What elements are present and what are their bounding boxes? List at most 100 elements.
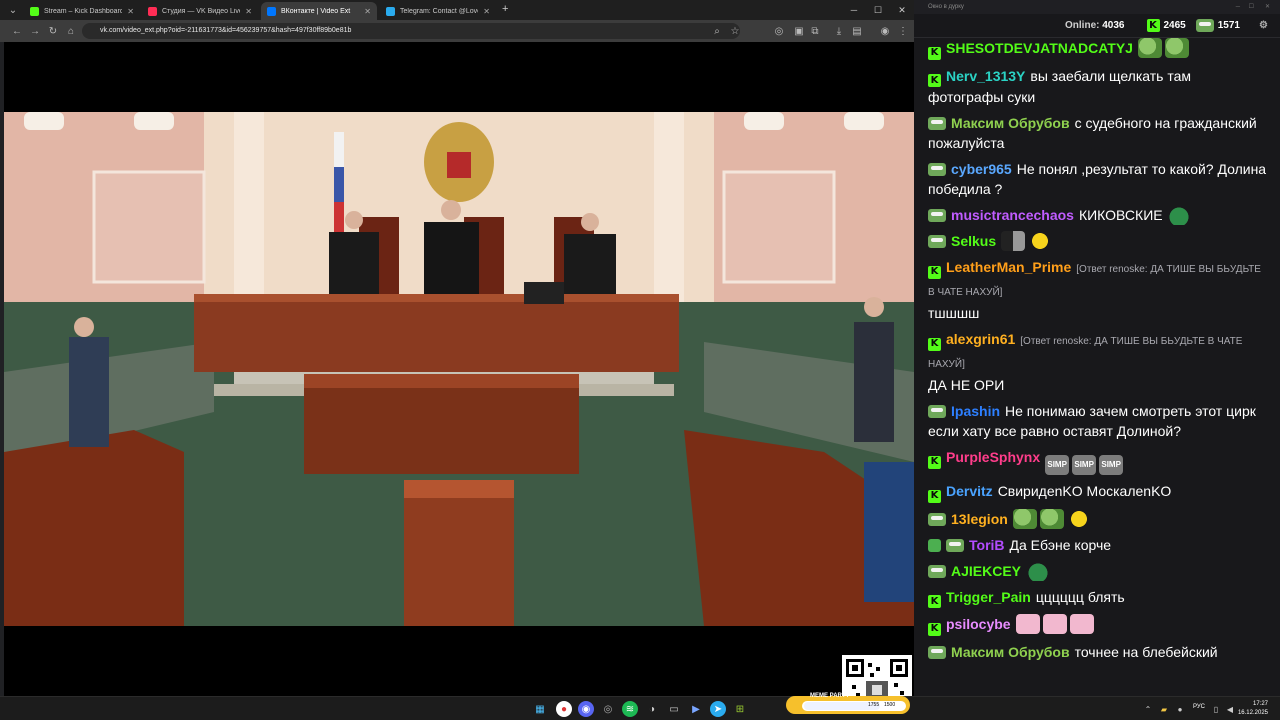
chat-username[interactable]: Максим Обрубов [951,115,1070,131]
vk-pepe-badge-icon [928,235,946,248]
tab-search-icon[interactable]: ⌄ [4,1,22,19]
zoom-icon[interactable]: ⌕ [708,22,726,40]
chat-message: cyber965 Не понял ,результат то какой? До… [928,159,1268,199]
kick-badge-icon: K [928,74,941,87]
input-language[interactable]: РУС [1193,704,1205,710]
dark-emote-icon [1001,231,1026,251]
download-icon[interactable]: ⤓ [830,22,848,40]
start-icon[interactable]: ▦ [532,701,548,717]
obs-icon[interactable]: ◑ [644,701,660,717]
home-icon[interactable]: ⌂ [62,22,80,40]
chat-username[interactable]: Максим Обрубов [951,644,1070,660]
vk-pepe-badge-icon [928,645,946,659]
chat-message: K Dervitz СвиридenKO МоскалenKO [928,481,1268,503]
chat-message: Максим Обрубов точнее на блебейский [928,642,1268,662]
chat-username[interactable]: LeatherMan_Prime [946,259,1071,275]
bookmark-star-icon[interactable]: ☆ [726,22,744,40]
chat-window-title-text: Окно в дурку [928,4,964,10]
close-window-icon[interactable]: ✕ [890,0,914,20]
volume-icon[interactable]: ◀ [1222,701,1238,717]
vk-pepe-badge-icon [928,163,946,176]
chat-username[interactable]: Nerv_1313Y [946,68,1025,84]
chat-username[interactable]: Dervitz [946,483,993,499]
simp-emote-icon: SIMP [1099,455,1124,475]
video-player[interactable] [4,42,914,696]
browser-tab[interactable]: Студия — VK Видео Live ✕ [142,2,258,20]
browser-tab[interactable]: Stream – Kick Dashboard ✕ [24,2,140,20]
chat-message-text: точнее на блебейский [1074,643,1218,660]
url-field[interactable]: vk.com/video_ext.php?oid=-211631773&id=4… [82,23,740,39]
meme-right-count: 1500 [884,702,896,708]
chrome-icon[interactable]: ● [556,701,572,717]
profile-icon[interactable]: ◉ [876,22,894,40]
moderator-shield-icon [928,538,941,552]
chat-username[interactable]: 13legion [951,511,1008,527]
app-icon[interactable]: ▭ [666,701,682,717]
maximize-icon[interactable]: ☐ [866,0,890,20]
media-player-icon[interactable]: ▶ [688,701,704,717]
spotify-icon[interactable]: ≋ [622,701,638,717]
kick-badge-icon: K [928,455,941,469]
chat-username[interactable]: AJIEKCEY [951,563,1021,579]
discord-icon[interactable]: ◉ [578,701,594,717]
browser-tab[interactable]: ВКонтакте | Video Ext ✕ [261,2,377,20]
chat-message: Максим Обрубов с судебного на гражданский… [928,113,1268,153]
kick-badge-icon: K [928,265,941,279]
chat-username[interactable]: alexgrin61 [946,331,1015,347]
clock-time: 17:27 [1252,701,1268,707]
browser-window: ⌄ Stream – Kick Dashboard ✕ Студия — VK Ви… [0,0,914,696]
chat-maximize-icon[interactable]: ☐ [1249,0,1254,14]
chat-username[interactable]: Selkus [951,233,996,249]
reload-icon[interactable]: ↻ [44,22,62,40]
tab-close-icon[interactable]: ✕ [483,7,490,16]
telegram-icon[interactable]: ➤ [710,701,726,717]
tab-close-icon[interactable]: ✕ [364,7,371,16]
steam-icon[interactable]: ◎ [600,701,616,717]
chat-minimize-icon[interactable]: ─ [1236,0,1240,14]
chat-username[interactable]: Trigger_Pain [946,589,1031,605]
chat-close-icon[interactable]: ✕ [1265,0,1270,14]
tab-close-icon[interactable]: ✕ [127,7,134,16]
chat-username[interactable]: cyber965 [951,161,1012,177]
address-bar-row: ← → ↻ ⌂ vk.com/video_ext.php?oid=-211631… [0,20,914,42]
menu-dots-icon[interactable]: ⋮ [894,22,912,40]
tab-close-icon[interactable]: ✕ [245,7,252,16]
meme-left-count: 1755 [868,702,880,708]
tray-chevron-icon[interactable]: ⌃ [1140,701,1156,717]
frog-emote-icon [1039,508,1064,529]
meme-party-label: MEME PARTY [810,693,850,699]
vk-pepe-badge-icon [946,538,964,552]
chat-message: musictrancechaos КИКОВСКИЕ [928,205,1268,225]
new-tab-button[interactable]: + [502,3,508,15]
chat-username[interactable]: musictrancechaos [951,207,1074,223]
chat-username[interactable]: PurpleSphynx [946,449,1040,465]
extension-icon[interactable]: ◎ [770,22,788,40]
vk-pepe-badge-icon [928,512,946,526]
clock-date: 16.12.2025 [1237,710,1268,716]
minimize-icon[interactable]: ─ [842,0,866,20]
chat-settings-icon[interactable]: ⚙ [1259,20,1268,31]
chat-username[interactable]: Ipashin [951,403,1000,419]
forward-icon[interactable]: → [26,22,44,40]
chat-message: K LeatherMan_Prime [Ответ renoske: ДА ТИШЕ… [928,257,1268,323]
chat-message: Kpsilocybe [928,614,1268,636]
system-clock[interactable]: 17:27 16.12.2025 [1238,700,1268,718]
vk-pepe-badge-icon [928,117,946,130]
sidepanel-icon[interactable]: ▤ [848,22,866,40]
kick-badge-icon: K [928,489,941,503]
kick-viewer-count: 2465 [1163,20,1186,31]
kick-badge-icon: K [928,622,941,636]
chat-message: ToriB Да Ебэне корче [928,535,1268,555]
tray-folder-icon[interactable]: ▰ [1156,701,1172,717]
chat-username[interactable]: psilocybe [946,616,1011,632]
extensions-puzzle-icon[interactable]: ⧉ [806,22,824,40]
chat-username[interactable]: ToriB [969,537,1005,553]
back-icon[interactable]: ← [8,22,26,40]
microphone-icon[interactable]: ● [1172,701,1188,717]
browser-tab[interactable]: Telegram: Contact @Love_Rus... ✕ [380,2,496,20]
app2-icon[interactable]: ⊞ [732,701,748,717]
tab-favicon-icon [267,6,276,16]
chat-message: K Nerv_1313Y вы заебали щелкать там фотогр… [928,66,1268,108]
chat-username[interactable]: SHESOTDEVJATNADCATYJ [946,40,1133,56]
chat-message: K SHESOTDEVJATNADCATYJ [928,38,1268,60]
